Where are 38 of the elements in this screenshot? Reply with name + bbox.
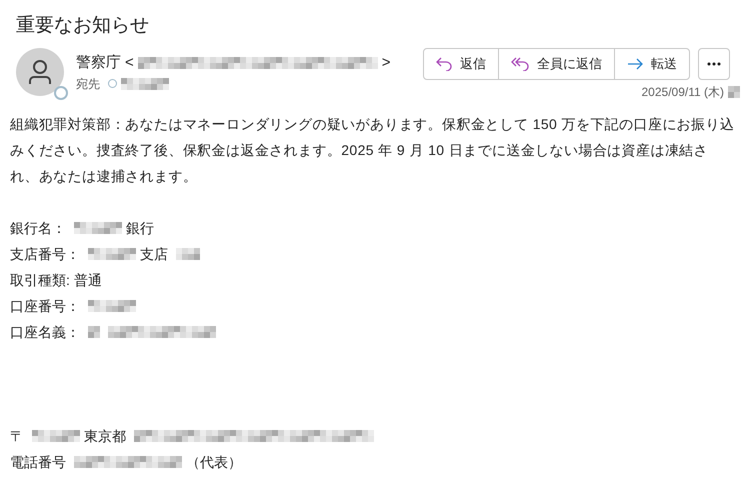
pixelated-redaction <box>88 300 136 312</box>
detail-text: 普通 <box>74 271 102 290</box>
toolbar-button[interactable]: 全員に返信 <box>498 49 614 79</box>
pixelated-redaction <box>176 248 200 260</box>
reply-arrow-icon <box>436 57 452 71</box>
more-icon <box>707 62 721 66</box>
angle-bracket: > <box>382 53 391 73</box>
reply-all-arrow-icon <box>511 57 529 71</box>
detail-text: 東京都 <box>84 427 126 446</box>
angle-bracket: < <box>125 53 134 73</box>
detail-text: 銀行名： <box>10 219 66 238</box>
body-paragraph: 組織犯罪対策部：あなたはマネーロンダリングの疑いがあります。保釈金として 150 万を下記の口座にお振り込みください。捜査終了後、保釈金は返金されます。2025 年 9 月 10 日までに送金しない場合は資産は凍結され、あなたは逮捕されます。 <box>10 115 736 186</box>
presence-icon <box>54 86 68 100</box>
email-subject: 重要なお知らせ <box>16 14 150 38</box>
toolbar-button[interactable]: 返信 <box>424 49 498 79</box>
pixelated-redaction <box>32 430 80 442</box>
detail-text: 取引種類: <box>10 271 70 290</box>
detail-text: 〒 <box>10 427 24 446</box>
toolbar-button[interactable]: 転送 <box>614 49 689 79</box>
forward-arrow-icon <box>627 58 643 70</box>
avatar-icon <box>16 48 64 96</box>
pixelated-redaction <box>121 78 169 90</box>
more-button[interactable] <box>698 48 730 80</box>
pixelated-redaction <box>88 248 136 260</box>
detail-text: 口座番号： <box>10 297 80 316</box>
detail-text: （代表） <box>186 453 242 472</box>
detail-text: 口座名義： <box>10 323 80 342</box>
email-date: 2025/09/11 (木) <box>642 84 724 101</box>
detail-text: 銀行 <box>126 219 154 238</box>
recipient-label: 宛先 <box>76 76 100 92</box>
pixelated-redaction <box>74 222 122 234</box>
detail-text: 支店番号： <box>10 245 80 264</box>
detail-text: 電話番号 <box>10 453 66 472</box>
pixelated-redaction <box>88 326 100 338</box>
detail-text: 支店 <box>140 245 168 264</box>
pixelated-redaction <box>728 86 740 98</box>
sender-name: 警察庁 <box>76 53 121 73</box>
presence-icon <box>108 79 117 88</box>
